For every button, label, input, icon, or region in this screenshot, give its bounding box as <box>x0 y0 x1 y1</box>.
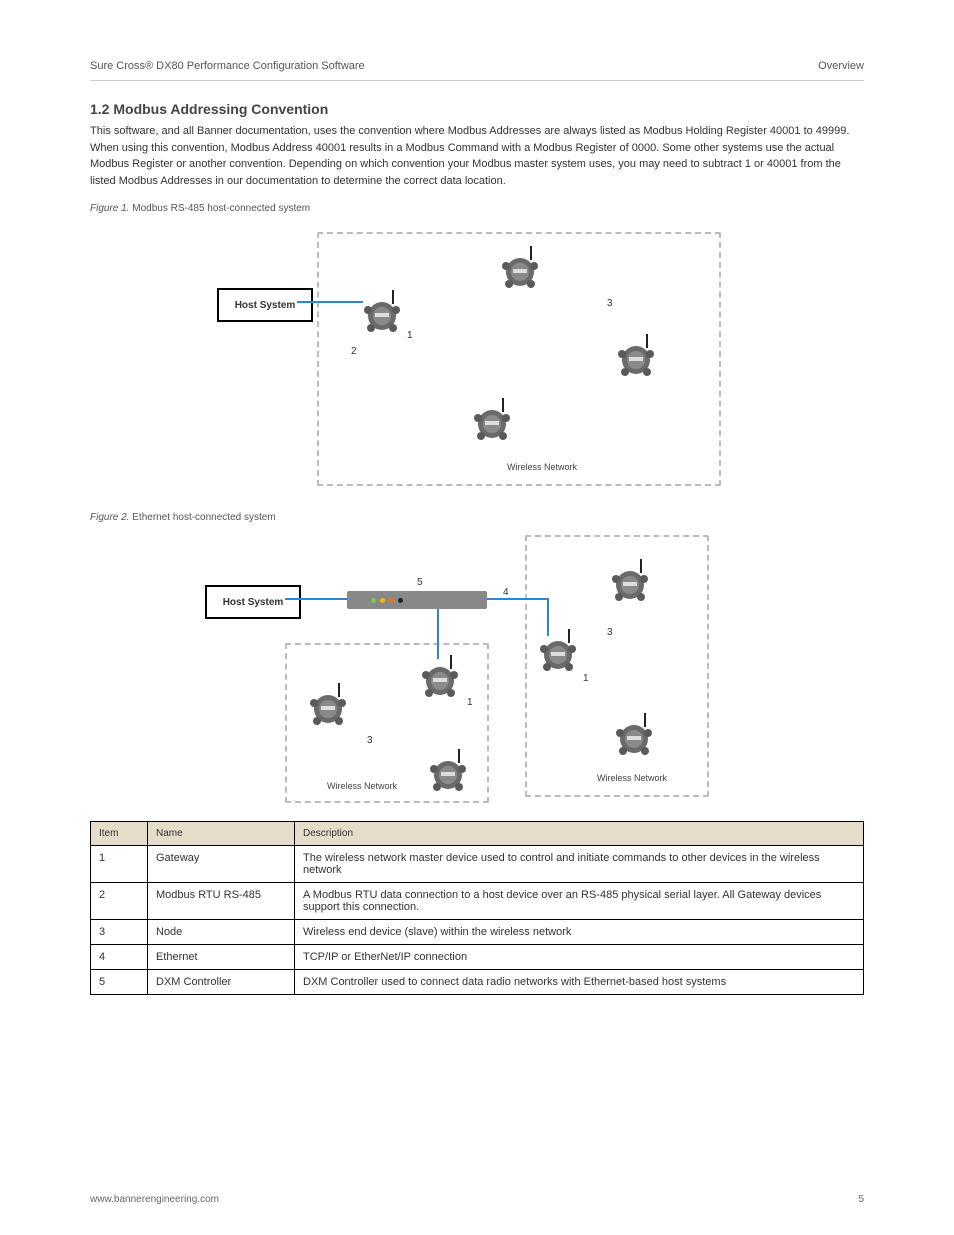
label-5: 5 <box>417 577 423 588</box>
cell-name: Ethernet <box>148 945 295 970</box>
connection-line <box>437 609 439 659</box>
led-icon <box>380 598 385 603</box>
dxm-controller-icon <box>347 591 487 609</box>
node-device-icon <box>613 332 659 378</box>
gateway-device-icon <box>417 653 463 699</box>
col-name: Name <box>148 822 295 846</box>
label-3: 3 <box>367 735 373 746</box>
led-icon <box>398 598 403 603</box>
figure1-text: Modbus RS-485 host-connected system <box>129 203 310 214</box>
node-device-icon <box>611 711 657 757</box>
figure1-number: Figure 1. <box>90 203 129 214</box>
node-device-icon <box>497 244 543 290</box>
cell-description: Wireless end device (slave) within the w… <box>295 920 864 945</box>
cell-description: DXM Controller used to connect data radi… <box>295 970 864 995</box>
label-1: 1 <box>467 697 473 708</box>
page-number: 5 <box>858 1194 864 1205</box>
led-icon <box>371 598 376 603</box>
wireless-network-label: Wireless Network <box>327 781 397 791</box>
figure2-diagram: Wireless Network Wireless Network Host S… <box>217 531 737 801</box>
label-1: 1 <box>407 330 413 341</box>
cell-description: A Modbus RTU data connection to a host d… <box>295 883 864 920</box>
cell-item: 3 <box>91 920 148 945</box>
figure1-diagram: Wireless Network Host System 1 2 3 <box>217 222 737 492</box>
figure2-caption: Figure 2. Ethernet host-connected system <box>90 512 864 523</box>
node-device-icon <box>305 681 351 727</box>
section-paragraph: This software, and all Banner documentat… <box>90 123 864 189</box>
host-system-label: Host System <box>235 300 296 311</box>
footer-url: www.bannerengineering.com <box>90 1194 219 1205</box>
cell-item: 5 <box>91 970 148 995</box>
cell-item: 2 <box>91 883 148 920</box>
table-row: 2 Modbus RTU RS-485 A Modbus RTU data co… <box>91 883 864 920</box>
table-row: 4 Ethernet TCP/IP or EtherNet/IP connect… <box>91 945 864 970</box>
connection-line <box>285 598 347 600</box>
node-device-icon <box>607 557 653 603</box>
node-device-icon <box>425 747 471 793</box>
cell-name: Gateway <box>148 846 295 883</box>
cell-name: DXM Controller <box>148 970 295 995</box>
cell-description: TCP/IP or EtherNet/IP connection <box>295 945 864 970</box>
section-heading: 1.2 Modbus Addressing Convention <box>90 101 864 117</box>
col-description: Description <box>295 822 864 846</box>
label-1: 1 <box>583 673 589 684</box>
label-3: 3 <box>607 627 613 638</box>
header-divider <box>90 80 864 81</box>
connection-line <box>487 598 547 600</box>
host-system-label: Host System <box>223 597 284 608</box>
wireless-network-label: Wireless Network <box>507 462 577 472</box>
figure2-text: Ethernet host-connected system <box>129 512 275 523</box>
cell-name: Node <box>148 920 295 945</box>
host-system-box: Host System <box>205 585 301 619</box>
label-4: 4 <box>503 587 509 598</box>
gateway-device-icon <box>359 288 405 334</box>
connection-line <box>297 301 363 303</box>
gateway-device-icon <box>535 627 581 673</box>
table-row: 3 Node Wireless end device (slave) withi… <box>91 920 864 945</box>
figure2-number: Figure 2. <box>90 512 129 523</box>
cell-item: 4 <box>91 945 148 970</box>
label-3: 3 <box>607 298 613 309</box>
cell-item: 1 <box>91 846 148 883</box>
header-section-name: Overview <box>818 60 864 72</box>
table-row: 1 Gateway The wireless network master de… <box>91 846 864 883</box>
figure1-caption: Figure 1. Modbus RS-485 host-connected s… <box>90 203 864 214</box>
node-device-icon <box>469 396 515 442</box>
cell-name: Modbus RTU RS-485 <box>148 883 295 920</box>
table-header-row: Item Name Description <box>91 822 864 846</box>
host-system-box: Host System <box>217 288 313 322</box>
col-item: Item <box>91 822 148 846</box>
header-product-name: Sure Cross® DX80 Performance Configurati… <box>90 60 365 72</box>
wireless-network-label: Wireless Network <box>597 773 667 783</box>
label-2: 2 <box>351 346 357 357</box>
cell-description: The wireless network master device used … <box>295 846 864 883</box>
legend-table: Item Name Description 1 Gateway The wire… <box>90 821 864 995</box>
table-row: 5 DXM Controller DXM Controller used to … <box>91 970 864 995</box>
led-icon <box>389 598 394 603</box>
